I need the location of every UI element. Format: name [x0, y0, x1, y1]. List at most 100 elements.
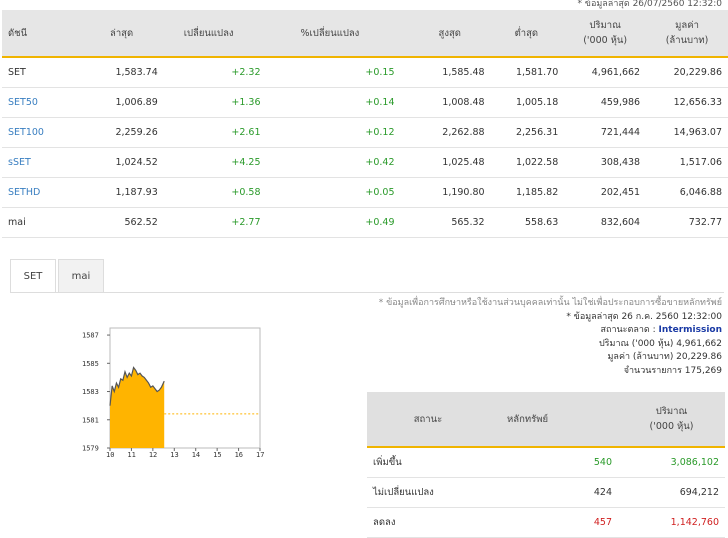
last-value: 1,187.93 — [70, 177, 164, 208]
change-value: +2.32 — [163, 57, 267, 88]
change-value: +2.61 — [163, 117, 267, 148]
trade-value: 1,517.06 — [646, 147, 728, 178]
high-value: 2,262.88 — [400, 117, 491, 148]
last-value: 1,006.89 — [70, 87, 164, 118]
market-info: * ข้อมูลเพื่อการศึกษาหรือใช้งานส่วนบุคคล… — [362, 297, 722, 378]
last-value: 1,024.52 — [70, 147, 164, 178]
tab-divider — [10, 292, 724, 293]
pct-change-value: +0.15 — [266, 57, 401, 88]
tab-mai[interactable]: mai — [58, 259, 104, 293]
index-link-set100[interactable]: SET100 — [2, 117, 70, 148]
low-value: 2,256.31 — [490, 117, 565, 148]
trade-value: 12,656.33 — [646, 87, 728, 118]
info-deals: จำนวนรายการ 175,269 — [623, 365, 722, 376]
index-name: mai — [2, 207, 70, 238]
table-row: ลดลง 457 1,142,760 — [367, 507, 725, 538]
volume-value: 721,444 — [564, 117, 647, 148]
low-value: 1,022.58 — [490, 147, 565, 178]
pct-change-value: +0.12 — [266, 117, 401, 148]
info-value: มูลค่า (ล้านบาท) 20,229.86 — [607, 352, 723, 362]
col-sum-volume: ปริมาณ ('000 หุ้น) — [618, 392, 725, 448]
last-updated-text: * ข้อมูลล่าสุด 26/07/2560 12:32:0 — [577, 0, 722, 9]
table-row: mai 562.52 +2.77 +0.49 565.32 558.63 832… — [2, 207, 728, 238]
last-value: 562.52 — [70, 207, 164, 238]
volume-value: 832,604 — [564, 207, 647, 238]
index-link-set50[interactable]: SET50 — [2, 87, 70, 118]
change-value: +0.58 — [163, 177, 267, 208]
pct-change-value: +0.49 — [266, 207, 401, 238]
low-value: 1,005.18 — [490, 87, 565, 118]
table-row: ไม่เปลี่ยนแปลง 424 694,212 — [367, 477, 725, 508]
info-updated-text: * ข้อมูลล่าสุด 26 ก.ค. 2560 12:32:00 — [566, 311, 722, 322]
disclaimer-text: * ข้อมูลเพื่อการศึกษาหรือใช้งานส่วนบุคคล… — [378, 298, 722, 308]
advance-decline-table: สถานะ หลักทรัพย์ ปริมาณ ('000 หุ้น) เพิ่ม… — [367, 392, 725, 538]
table-row: SETHD 1,187.93 +0.58 +0.05 1,190.80 1,18… — [2, 177, 728, 208]
high-value: 1,585.48 — [400, 57, 491, 88]
col-value: มูลค่า (ล้านบาท) — [646, 10, 728, 58]
market-status-value: Intermission — [658, 325, 722, 335]
index-link-sset[interactable]: sSET — [2, 147, 70, 178]
market-status-line: สถานะตลาด : Intermission — [362, 324, 722, 338]
trade-value: 14,963.07 — [646, 117, 728, 148]
index-link-sethd[interactable]: SETHD — [2, 177, 70, 208]
volume-value: 4,961,662 — [564, 57, 647, 88]
y-tick-label: 1587 — [82, 332, 99, 340]
x-tick-label: 14 — [192, 451, 200, 459]
volume-value: 459,986 — [564, 87, 647, 118]
col-high: สูงสุด — [400, 10, 491, 58]
status-volume: 1,142,760 — [618, 507, 725, 538]
pct-change-value: +0.05 — [266, 177, 401, 208]
volume-value: 308,438 — [564, 147, 647, 178]
index-table-header: ดัชนี ล่าสุด เปลี่ยนแปลง %เปลี่ยนแปลง สู… — [2, 10, 728, 58]
index-table: ดัชนี ล่าสุด เปลี่ยนแปลง %เปลี่ยนแปลง สู… — [2, 10, 728, 238]
low-value: 558.63 — [490, 207, 565, 238]
tab-set[interactable]: SET — [10, 259, 56, 293]
info-volume: ปริมาณ ('000 หุ้น) 4,961,662 — [598, 338, 722, 349]
x-tick-label: 15 — [213, 451, 221, 459]
table-row: เพิ่มขึ้น 540 3,086,102 — [367, 447, 725, 478]
volume-value: 202,451 — [564, 177, 647, 208]
trade-value: 20,229.86 — [646, 57, 728, 88]
pct-change-value: +0.14 — [266, 87, 401, 118]
change-value: +2.77 — [163, 207, 267, 238]
high-value: 565.32 — [400, 207, 491, 238]
col-volume: ปริมาณ ('000 หุ้น) — [564, 10, 647, 58]
change-value: +1.36 — [163, 87, 267, 118]
status-name: เพิ่มขึ้น — [367, 447, 489, 478]
x-tick-label: 13 — [170, 451, 178, 459]
y-tick-label: 1579 — [82, 445, 99, 453]
status-count: 540 — [489, 447, 618, 478]
table-row: SET 1,583.74 +2.32 +0.15 1,585.48 1,581.… — [2, 57, 728, 88]
col-index: ดัชนี — [2, 10, 70, 58]
low-value: 1,185.82 — [490, 177, 565, 208]
market-tabs: SET mai — [10, 259, 106, 293]
market-status-label: สถานะตลาด : — [600, 325, 656, 335]
low-value: 1,581.70 — [490, 57, 565, 88]
high-value: 1,008.48 — [400, 87, 491, 118]
change-value: +4.25 — [163, 147, 267, 178]
status-name: ลดลง — [367, 507, 489, 538]
x-tick-label: 16 — [235, 451, 243, 459]
intraday-chart: 1587 1585 1583 1581 1579 10 11 12 13 14 15 16 17 — [82, 327, 264, 459]
trade-value: 6,046.88 — [646, 177, 728, 208]
col-last: ล่าสุด — [70, 10, 164, 58]
pct-change-value: +0.42 — [266, 147, 401, 178]
y-tick-label: 1583 — [82, 388, 99, 396]
table-row: sSET 1,024.52 +4.25 +0.42 1,025.48 1,022… — [2, 147, 728, 178]
x-tick-label: 17 — [256, 451, 264, 459]
x-tick-label: 12 — [149, 451, 157, 459]
last-value: 2,259.26 — [70, 117, 164, 148]
status-volume: 3,086,102 — [618, 447, 725, 478]
last-value: 1,583.74 — [70, 57, 164, 88]
x-tick-label: 11 — [127, 451, 135, 459]
col-change: เปลี่ยนแปลง — [163, 10, 267, 58]
trade-value: 732.77 — [646, 207, 728, 238]
index-name: SET — [2, 57, 70, 88]
col-pct-change: %เปลี่ยนแปลง — [266, 10, 401, 58]
high-value: 1,025.48 — [400, 147, 491, 178]
table-row: SET50 1,006.89 +1.36 +0.14 1,008.48 1,00… — [2, 87, 728, 118]
col-status: สถานะ — [367, 392, 489, 448]
col-low: ต่ำสุด — [490, 10, 565, 58]
status-count: 457 — [489, 507, 618, 538]
x-tick-label: 10 — [106, 451, 114, 459]
